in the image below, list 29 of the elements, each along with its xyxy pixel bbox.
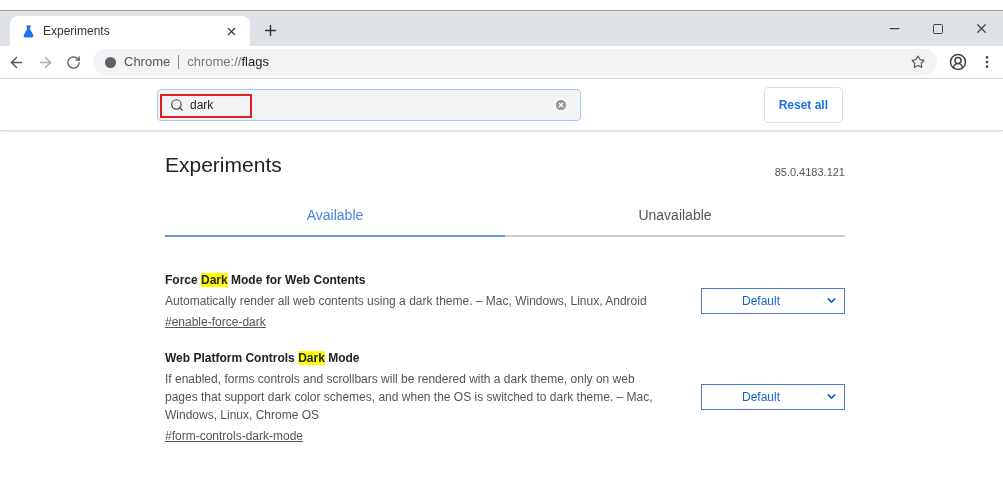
page-heading: Experiments xyxy=(165,152,282,178)
tab[interactable]: Unavailable xyxy=(505,196,845,237)
tab[interactable]: Available xyxy=(165,196,505,237)
clear-search-icon[interactable] xyxy=(554,97,568,112)
site-label: Chrome xyxy=(124,53,171,72)
close-window-icon[interactable] xyxy=(974,21,989,36)
experiment-link[interactable]: #enable-force-dark xyxy=(165,312,669,331)
reload-icon[interactable] xyxy=(66,54,81,70)
experiment-description: Automatically render all web contents using a dark theme. – Mac, Windows, Linux, Android xyxy=(165,292,648,310)
state-dropdown[interactable]: Default xyxy=(701,287,845,314)
url-text: chrome://flags xyxy=(187,53,269,72)
reset-all-button[interactable]: Reset all xyxy=(763,86,843,123)
browser-tab[interactable]: Experiments xyxy=(10,16,250,46)
experiment-title: Force Dark Mode for Web Contents xyxy=(165,271,367,289)
experiment-description: If enabled, forms controls and scrollbars will be rendered with a dark theme, only on web pages that support dark color schemes, and when the OS is switched to dark theme. – Mac, Windows, Linux, Chrome OS xyxy=(165,370,654,424)
version-label: 85.0.4183.121 xyxy=(774,165,845,180)
search-field[interactable]: dark xyxy=(157,88,581,121)
flask-icon xyxy=(22,24,35,38)
tab-title: Experiments xyxy=(43,23,111,40)
experiment-link[interactable]: #form-controls-dark-mode xyxy=(165,426,669,445)
profile-icon[interactable] xyxy=(949,53,967,71)
state-dropdown[interactable]: Default xyxy=(701,383,845,410)
maximize-icon[interactable] xyxy=(932,22,944,35)
search-value: dark xyxy=(190,96,215,114)
bookmark-star-icon[interactable] xyxy=(911,55,925,69)
experiment-title: Web Platform Controls Dark Mode xyxy=(165,349,361,367)
search-icon xyxy=(170,97,184,112)
address-bar[interactable]: Chrome chrome://flags xyxy=(93,49,937,75)
new-tab-icon[interactable] xyxy=(262,22,279,39)
